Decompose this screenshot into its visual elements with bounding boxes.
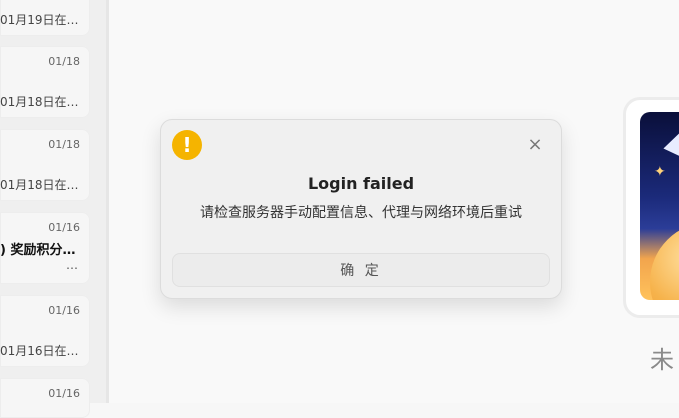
conversation-card[interactable]: 01/16 01月16日在… [0, 295, 90, 367]
empty-state-label: 未 [650, 346, 674, 374]
conversation-date: 01/16 [48, 221, 80, 234]
conversation-preview: 01月19日在… [0, 13, 79, 27]
close-icon[interactable]: × [525, 134, 545, 155]
conversation-title: ) 奖励积分… [0, 243, 76, 258]
star-icon: ✦ [654, 164, 666, 180]
conversation-card[interactable]: 01/16 ) 奖励积分… … [0, 212, 90, 284]
conversation-card[interactable]: 01/18 01月18日在… [0, 129, 90, 201]
warning-icon: ! [172, 130, 202, 160]
conversation-date: 01/16 [48, 387, 80, 400]
conversation-list: 01月19日在… 01/18 01月18日在… 01/18 01月18日在… 0… [0, 0, 106, 418]
conversation-card[interactable]: 01/16 [0, 378, 90, 418]
dialog-message: 请检查服务器手动配置信息、代理与网络环境后重试 [200, 205, 522, 221]
conversation-date: 01/16 [48, 304, 80, 317]
conversation-date: 01/18 [48, 138, 80, 151]
conversation-preview: 01月18日在… [0, 95, 79, 109]
dialog-title: Login failed [307, 174, 415, 193]
conversation-preview: 01月16日在… [0, 344, 79, 358]
conversation-date: 01/18 [48, 55, 80, 68]
planet-graphic [650, 222, 679, 300]
conversation-card[interactable]: 01月19日在… [0, 0, 90, 36]
empty-state-illustration: ✦ [626, 100, 679, 315]
login-failed-dialog: ! × Login failed 请检查服务器手动配置信息、代理与网络环境后重试… [160, 119, 562, 299]
paper-plane-icon [663, 124, 679, 158]
conversation-preview: … [66, 258, 78, 272]
conversation-preview: 01月18日在… [0, 178, 79, 192]
illustration-scene: ✦ [640, 112, 679, 300]
confirm-button[interactable]: 确 定 [172, 253, 550, 287]
conversation-card[interactable]: 01/18 01月18日在… [0, 46, 90, 118]
